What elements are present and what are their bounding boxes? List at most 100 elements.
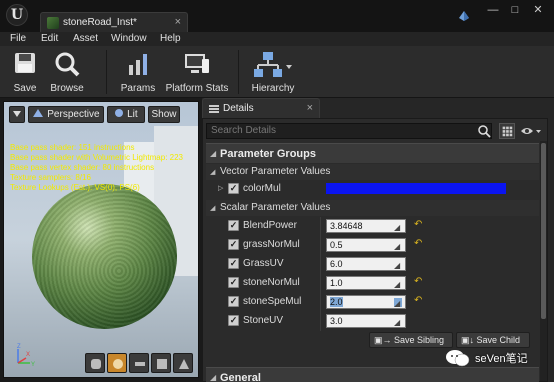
sphere-icon: [113, 359, 123, 369]
reset-to-default-icon[interactable]: ↶: [414, 276, 422, 287]
menu-edit[interactable]: Edit: [41, 33, 58, 44]
lit-label: Lit: [127, 109, 138, 120]
eye-icon[interactable]: [520, 123, 542, 139]
close-tab-icon[interactable]: ×: [175, 16, 181, 28]
perspective-button[interactable]: Perspective: [28, 106, 104, 123]
wechat-logo-icon: [446, 350, 470, 367]
chevron-down-icon: [13, 111, 21, 117]
drag-handle-icon[interactable]: ◢: [394, 298, 402, 308]
save-child-label: Save Child: [476, 335, 521, 345]
reset-to-default-icon[interactable]: ↶: [414, 238, 422, 249]
search-input[interactable]: Search Details: [206, 123, 492, 139]
material-preview-viewport[interactable]: Perspective Lit Show Base pass shader: 1…: [3, 101, 199, 378]
vector-params-title: Vector Parameter Values: [220, 166, 331, 177]
preview-sphere[interactable]: [32, 184, 177, 329]
unreal-logo[interactable]: U: [6, 4, 28, 26]
general-header[interactable]: ◢ General: [206, 367, 539, 382]
menu-file[interactable]: File: [10, 33, 26, 44]
preview-cylinder-button[interactable]: [85, 353, 105, 373]
reset-to-default-icon[interactable]: ↶: [414, 219, 422, 230]
scalar-params-header[interactable]: ◢ Scalar Parameter Values: [206, 200, 539, 216]
platform-stats-button[interactable]: Platform Stats: [164, 46, 230, 98]
save-child-button[interactable]: ▣↓ Save Child: [456, 332, 530, 348]
property-matrix-icon[interactable]: [499, 123, 515, 139]
param-checkbox[interactable]: ✓: [228, 239, 239, 250]
param-checkbox[interactable]: ✓: [228, 183, 239, 194]
menu-asset[interactable]: Asset: [73, 33, 98, 44]
document-tab[interactable]: stoneRoad_Inst* ×: [40, 12, 188, 32]
preview-custom-mesh-button[interactable]: [173, 353, 193, 373]
close-window-button[interactable]: ✕: [528, 3, 548, 17]
preview-cube-button[interactable]: [151, 353, 171, 373]
param-value-field[interactable]: 3.0 ◢: [326, 314, 406, 328]
details-tab[interactable]: Details ×: [202, 98, 320, 118]
param-value-field[interactable]: 0.5 ◢: [326, 238, 406, 252]
browse-button[interactable]: Browse: [46, 46, 88, 98]
params-button[interactable]: Params: [116, 46, 160, 98]
drag-handle-icon[interactable]: ◢: [394, 279, 402, 289]
details-tab-label: Details: [223, 103, 254, 114]
parameter-groups-header[interactable]: ◢ Parameter Groups: [206, 143, 539, 163]
perspective-icon: [33, 109, 44, 117]
maximize-button[interactable]: □: [505, 3, 525, 17]
hierarchy-button[interactable]: Hierarchy: [248, 46, 298, 98]
source-control-icon[interactable]: [457, 9, 471, 23]
cylinder-icon: [91, 359, 101, 369]
drag-handle-icon[interactable]: ◢: [394, 317, 402, 327]
menu-bar: File Edit Asset Window Help: [0, 32, 554, 46]
param-value-field[interactable]: 3.84648 ◢: [326, 219, 406, 233]
details-body: Search Details ◢ Parameter Groups ◢ Vect…: [202, 118, 548, 382]
reset-to-default-icon[interactable]: ↶: [414, 295, 422, 306]
color-swatch[interactable]: [326, 183, 506, 194]
platform-stats-icon: [185, 54, 209, 73]
param-checkbox[interactable]: ✓: [228, 220, 239, 231]
drag-handle-icon[interactable]: ◢: [394, 241, 402, 251]
save-sibling-button[interactable]: ▣→ Save Sibling: [369, 332, 453, 348]
param-checkbox[interactable]: ✓: [228, 315, 239, 326]
param-value-field[interactable]: 1.0 ◢: [326, 276, 406, 290]
scrollbar-thumb[interactable]: [541, 143, 546, 319]
param-value-field[interactable]: 2.0 ◢: [326, 295, 406, 309]
preview-plane-button[interactable]: [129, 353, 149, 373]
lit-button[interactable]: Lit: [107, 106, 145, 123]
lit-sphere-icon: [115, 109, 124, 117]
drag-handle-icon[interactable]: ◢: [394, 222, 402, 232]
drag-handle-icon[interactable]: ◢: [394, 260, 402, 270]
column-splitter[interactable]: [320, 217, 321, 331]
plane-icon: [135, 362, 145, 366]
save-child-icon: ▣↓: [461, 335, 475, 345]
param-name: colorMul: [243, 183, 281, 194]
param-row-colorMul: ▷ ✓ colorMul: [206, 180, 539, 198]
hierarchy-icon: [254, 52, 292, 77]
param-checkbox[interactable]: ✓: [228, 277, 239, 288]
viewport-options-button[interactable]: [9, 106, 25, 123]
menu-help[interactable]: Help: [160, 33, 181, 44]
expand-arrow-icon[interactable]: ▷: [218, 184, 223, 192]
axis-gizmo: Z Y X: [17, 344, 35, 368]
collapse-arrow-icon: ◢: [210, 149, 217, 158]
menu-window[interactable]: Window: [111, 33, 147, 44]
details-scrollbar[interactable]: [540, 141, 547, 381]
params-icon: [129, 54, 147, 75]
param-value: 1.0: [330, 278, 343, 288]
param-checkbox[interactable]: ✓: [228, 258, 239, 269]
show-button[interactable]: Show: [148, 106, 180, 123]
save-icon: [15, 53, 35, 73]
param-checkbox[interactable]: ✓: [228, 296, 239, 307]
param-row-GrassUV: ✓ GrassUV 6.0 ◢: [206, 255, 539, 273]
save-label: Save: [13, 83, 37, 94]
param-name: stoneSpeMul: [243, 296, 302, 307]
param-value: 2.0: [330, 297, 343, 307]
param-name: stoneNorMul: [243, 277, 300, 288]
save-button[interactable]: Save: [6, 46, 44, 98]
param-value-field[interactable]: 6.0 ◢: [326, 257, 406, 271]
search-icon[interactable]: [477, 123, 491, 139]
vector-params-header[interactable]: ◢ Vector Parameter Values: [206, 164, 539, 180]
preview-sphere-button[interactable]: [107, 353, 127, 373]
minimize-button[interactable]: —: [483, 3, 503, 17]
viewport-toolbar: Perspective Lit Show: [4, 102, 198, 126]
close-tab-icon[interactable]: ×: [307, 102, 313, 114]
save-sibling-label: Save Sibling: [394, 335, 445, 345]
browse-label: Browse: [50, 83, 84, 94]
show-label: Show: [151, 109, 177, 120]
